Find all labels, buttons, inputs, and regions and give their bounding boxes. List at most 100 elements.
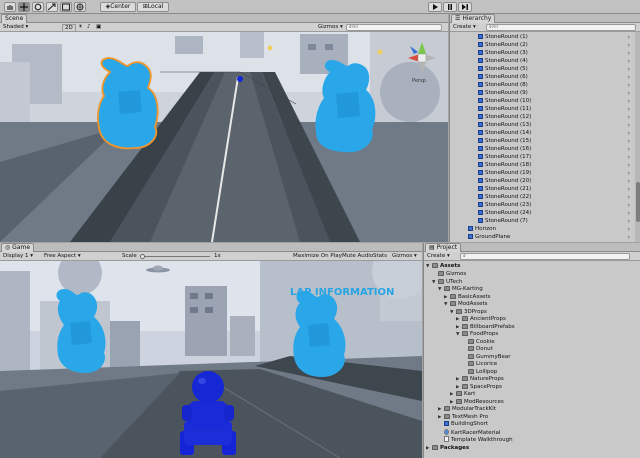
chevron-right-icon[interactable]: › bbox=[628, 234, 630, 242]
chevron-right-icon[interactable]: › bbox=[628, 178, 630, 186]
hierarchy-item[interactable]: StoneRound (12) › bbox=[450, 114, 634, 122]
maximize-on-play-toggle[interactable]: Maximize On Play bbox=[293, 252, 342, 261]
chevron-right-icon[interactable]: › bbox=[628, 186, 630, 194]
project-tree-item[interactable]: ▶ TextMesh Pro bbox=[438, 413, 488, 422]
chevron-right-icon[interactable]: › bbox=[628, 42, 630, 50]
hierarchy-item[interactable]: StoneRound (23) › bbox=[450, 202, 634, 210]
project-create-dropdown[interactable]: Create ▾ bbox=[427, 252, 450, 261]
scene-gizmos-dropdown[interactable]: Gizmos ▾ bbox=[318, 23, 343, 32]
project-tree-item[interactable]: ▼ 3DProps bbox=[450, 308, 487, 317]
project-tree-item[interactable]: GummyBear bbox=[462, 353, 511, 362]
chevron-right-icon[interactable]: › bbox=[628, 114, 630, 122]
project-tree-item[interactable]: ▼ ModAssets bbox=[444, 301, 488, 309]
hierarchy-item[interactable]: GroundPlane › bbox=[450, 234, 634, 242]
scale-icon[interactable] bbox=[46, 2, 58, 12]
hand-icon[interactable] bbox=[4, 2, 16, 12]
hierarchy-item[interactable]: StoneRound (3) › bbox=[450, 50, 634, 58]
chevron-right-icon[interactable]: › bbox=[628, 66, 630, 74]
effects-toggle-icon[interactable]: ▣ bbox=[96, 23, 101, 32]
display-dropdown[interactable]: Display 1 ▾ bbox=[3, 252, 33, 261]
chevron-right-icon[interactable]: › bbox=[628, 170, 630, 178]
project-tree-item[interactable]: Cookie bbox=[462, 338, 495, 347]
hierarchy-item[interactable]: StoneRound (14) › bbox=[450, 130, 634, 138]
chevron-right-icon[interactable]: › bbox=[628, 146, 630, 154]
scale-slider-handle[interactable] bbox=[140, 253, 145, 259]
scene-viewport[interactable]: Persp bbox=[0, 32, 448, 242]
assets-root[interactable]: ▼ Assets bbox=[426, 263, 460, 271]
chevron-right-icon[interactable]: › bbox=[628, 58, 630, 66]
project-tree-item[interactable]: Template Walkthrough bbox=[438, 436, 513, 444]
chevron-right-icon[interactable]: › bbox=[628, 130, 630, 138]
hierarchy-search-input[interactable]: ⌕All bbox=[486, 24, 636, 31]
hierarchy-item[interactable]: StoneRound (7) › bbox=[450, 218, 634, 226]
project-tree-item[interactable]: Licorice bbox=[462, 361, 497, 369]
tab-hierarchy[interactable]: ☰ Hierarchy bbox=[451, 14, 496, 23]
project-tree-item[interactable]: ▼ FoodProps bbox=[456, 331, 498, 339]
hierarchy-item[interactable]: StoneRound (20) › bbox=[450, 178, 634, 186]
project-tree-item[interactable]: ▼ UTech bbox=[432, 278, 462, 287]
project-tree-item[interactable]: ▶ BillboardPrefabs bbox=[456, 323, 515, 332]
hierarchy-item[interactable]: StoneRound (1) › bbox=[450, 34, 634, 42]
project-tree-item[interactable]: ▶ Kart bbox=[450, 391, 475, 399]
transform-icon[interactable] bbox=[74, 2, 86, 12]
play-button[interactable] bbox=[428, 2, 442, 12]
hierarchy-create-dropdown[interactable]: Create ▾ bbox=[453, 23, 476, 32]
project-tree-item[interactable]: ▶ SpaceProps bbox=[456, 383, 502, 392]
chevron-right-icon[interactable]: › bbox=[628, 138, 630, 146]
chevron-right-icon[interactable]: › bbox=[628, 218, 630, 226]
hierarchy-item[interactable]: Horizon › bbox=[450, 226, 634, 234]
chevron-right-icon[interactable]: › bbox=[628, 210, 630, 218]
hierarchy-item[interactable]: StoneRound (21) › bbox=[450, 186, 634, 194]
rotate-icon[interactable] bbox=[32, 2, 44, 12]
stats-toggle[interactable]: Stats bbox=[373, 252, 387, 261]
project-tree-item[interactable]: KartRacerMaterial bbox=[438, 428, 500, 437]
audio-toggle-icon[interactable]: ♪ bbox=[87, 23, 91, 32]
chevron-right-icon[interactable]: › bbox=[628, 202, 630, 210]
chevron-right-icon[interactable]: › bbox=[628, 162, 630, 170]
hierarchy-item[interactable]: StoneRound (9) › bbox=[450, 90, 634, 98]
project-tree-item[interactable]: ▶ ModularTrackKit bbox=[438, 406, 496, 414]
hierarchy-scrollbar[interactable] bbox=[635, 32, 640, 242]
hierarchy-item[interactable]: StoneRound (6) › bbox=[450, 74, 634, 82]
project-search-input[interactable]: ⌕ bbox=[460, 253, 630, 260]
hierarchy-item[interactable]: StoneRound (5) › bbox=[450, 66, 634, 74]
scale-slider[interactable] bbox=[140, 253, 210, 259]
hierarchy-item[interactable]: StoneRound (22) › bbox=[450, 194, 634, 202]
chevron-right-icon[interactable]: › bbox=[628, 154, 630, 162]
hierarchy-item[interactable]: StoneRound (13) › bbox=[450, 122, 634, 130]
tab-project[interactable]: ▤ Project bbox=[425, 243, 462, 252]
project-tree-item[interactable]: Lollipop bbox=[462, 368, 497, 377]
project-tree-item[interactable]: BuildingShort bbox=[438, 421, 488, 429]
game-gizmos-dropdown[interactable]: Gizmos ▾ bbox=[392, 252, 417, 261]
hierarchy-item[interactable]: StoneRound (18) › bbox=[450, 162, 634, 170]
hierarchy-item[interactable]: StoneRound (17) › bbox=[450, 154, 634, 162]
hierarchy-item[interactable]: StoneRound (11) › bbox=[450, 106, 634, 114]
move-icon[interactable] bbox=[18, 2, 30, 12]
project-tree-item[interactable]: Donut bbox=[462, 346, 493, 354]
pivot-local-button[interactable]: ⊞Local bbox=[137, 2, 169, 12]
tab-game[interactable]: ◎ Game bbox=[1, 243, 35, 252]
hierarchy-item[interactable]: StoneRound (15) › bbox=[450, 138, 634, 146]
chevron-right-icon[interactable]: › bbox=[628, 226, 630, 234]
project-tree-item[interactable]: ▶ ModResources bbox=[450, 398, 504, 407]
hierarchy-item[interactable]: StoneRound (19) › bbox=[450, 170, 634, 178]
hierarchy-item[interactable]: StoneRound (10) › bbox=[450, 98, 634, 106]
hierarchy-item[interactable]: StoneRound (4) › bbox=[450, 58, 634, 66]
chevron-right-icon[interactable]: › bbox=[628, 106, 630, 114]
hierarchy-item[interactable]: StoneRound (8) › bbox=[450, 82, 634, 90]
project-tree-item[interactable]: Gizmos bbox=[432, 271, 466, 279]
aspect-dropdown[interactable]: Free Aspect ▾ bbox=[44, 252, 81, 261]
hierarchy-item[interactable]: StoneRound (2) › bbox=[450, 42, 634, 50]
chevron-right-icon[interactable]: › bbox=[628, 122, 630, 130]
hierarchy-item[interactable]: StoneRound (24) › bbox=[450, 210, 634, 218]
mute-audio-toggle[interactable]: Mute Audio bbox=[342, 252, 373, 261]
chevron-right-icon[interactable]: › bbox=[628, 90, 630, 98]
chevron-right-icon[interactable]: › bbox=[628, 74, 630, 82]
rect-icon[interactable] bbox=[60, 2, 72, 12]
pivot-center-button[interactable]: ◈Center bbox=[100, 2, 136, 12]
light-toggle-icon[interactable]: ☀ bbox=[78, 23, 83, 32]
project-tree-item[interactable]: ▶ NatureProps bbox=[456, 376, 504, 384]
project-tree-item[interactable]: ▼ MG-Karting bbox=[438, 286, 483, 294]
chevron-right-icon[interactable]: › bbox=[628, 98, 630, 106]
project-tree-item[interactable]: ▶ BasicAssets bbox=[444, 293, 490, 302]
